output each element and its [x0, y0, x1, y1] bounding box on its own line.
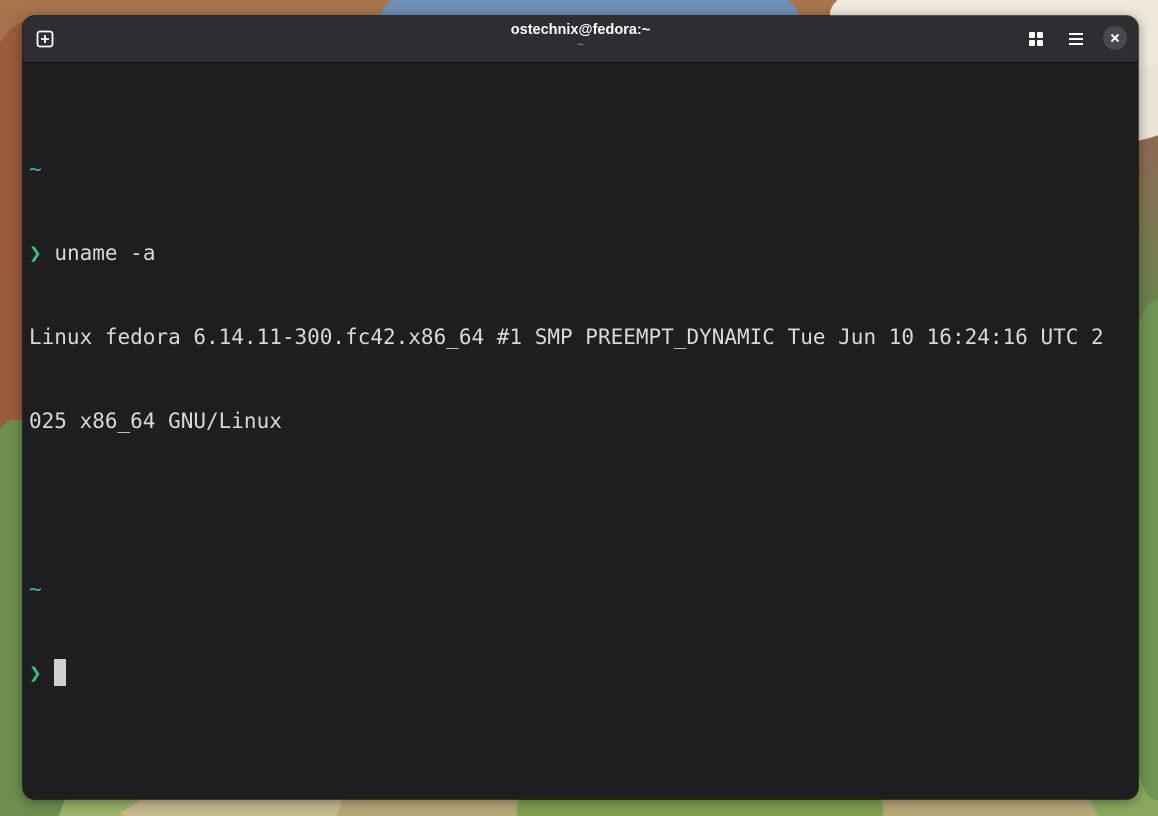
command-line: ❯ uname -a: [29, 239, 1132, 267]
window-subtitle: ~: [577, 39, 584, 51]
terminal-window: ostechnix@fedora:~ ~ ~ ❯ uname -a Linux …: [23, 16, 1138, 799]
tab-overview-button[interactable]: [1020, 23, 1052, 55]
current-directory: ~: [29, 577, 42, 601]
new-tab-button[interactable]: [29, 23, 61, 55]
tab-overview-icon: [1029, 32, 1043, 46]
current-directory: ~: [29, 157, 42, 181]
hamburger-menu-icon: [1069, 33, 1083, 45]
prompt-symbol: ❯: [29, 661, 42, 685]
window-title: ostechnix@fedora:~: [510, 22, 651, 38]
command-text: uname -a: [54, 241, 156, 265]
prompt-directory-line: ~: [29, 155, 1132, 183]
main-menu-button[interactable]: [1060, 23, 1092, 55]
header-bar: ostechnix@fedora:~ ~: [23, 16, 1138, 63]
output-line: Linux fedora 6.14.11-300.fc42.x86_64 #1 …: [29, 325, 1104, 349]
close-icon: [1110, 33, 1120, 43]
close-window-button[interactable]: [1103, 26, 1127, 50]
prompt-directory-line: ~: [29, 575, 1132, 603]
terminal-output[interactable]: ~ ❯ uname -a Linux fedora 6.14.11-300.fc…: [29, 99, 1132, 743]
window-title-area: ostechnix@fedora:~ ~: [23, 22, 1138, 51]
prompt-symbol: ❯: [29, 241, 42, 265]
new-tab-icon: [36, 30, 54, 48]
text-cursor: [54, 659, 67, 686]
active-command-line[interactable]: ❯: [29, 659, 1132, 687]
output-line: 025 x86_64 GNU/Linux: [29, 409, 282, 433]
